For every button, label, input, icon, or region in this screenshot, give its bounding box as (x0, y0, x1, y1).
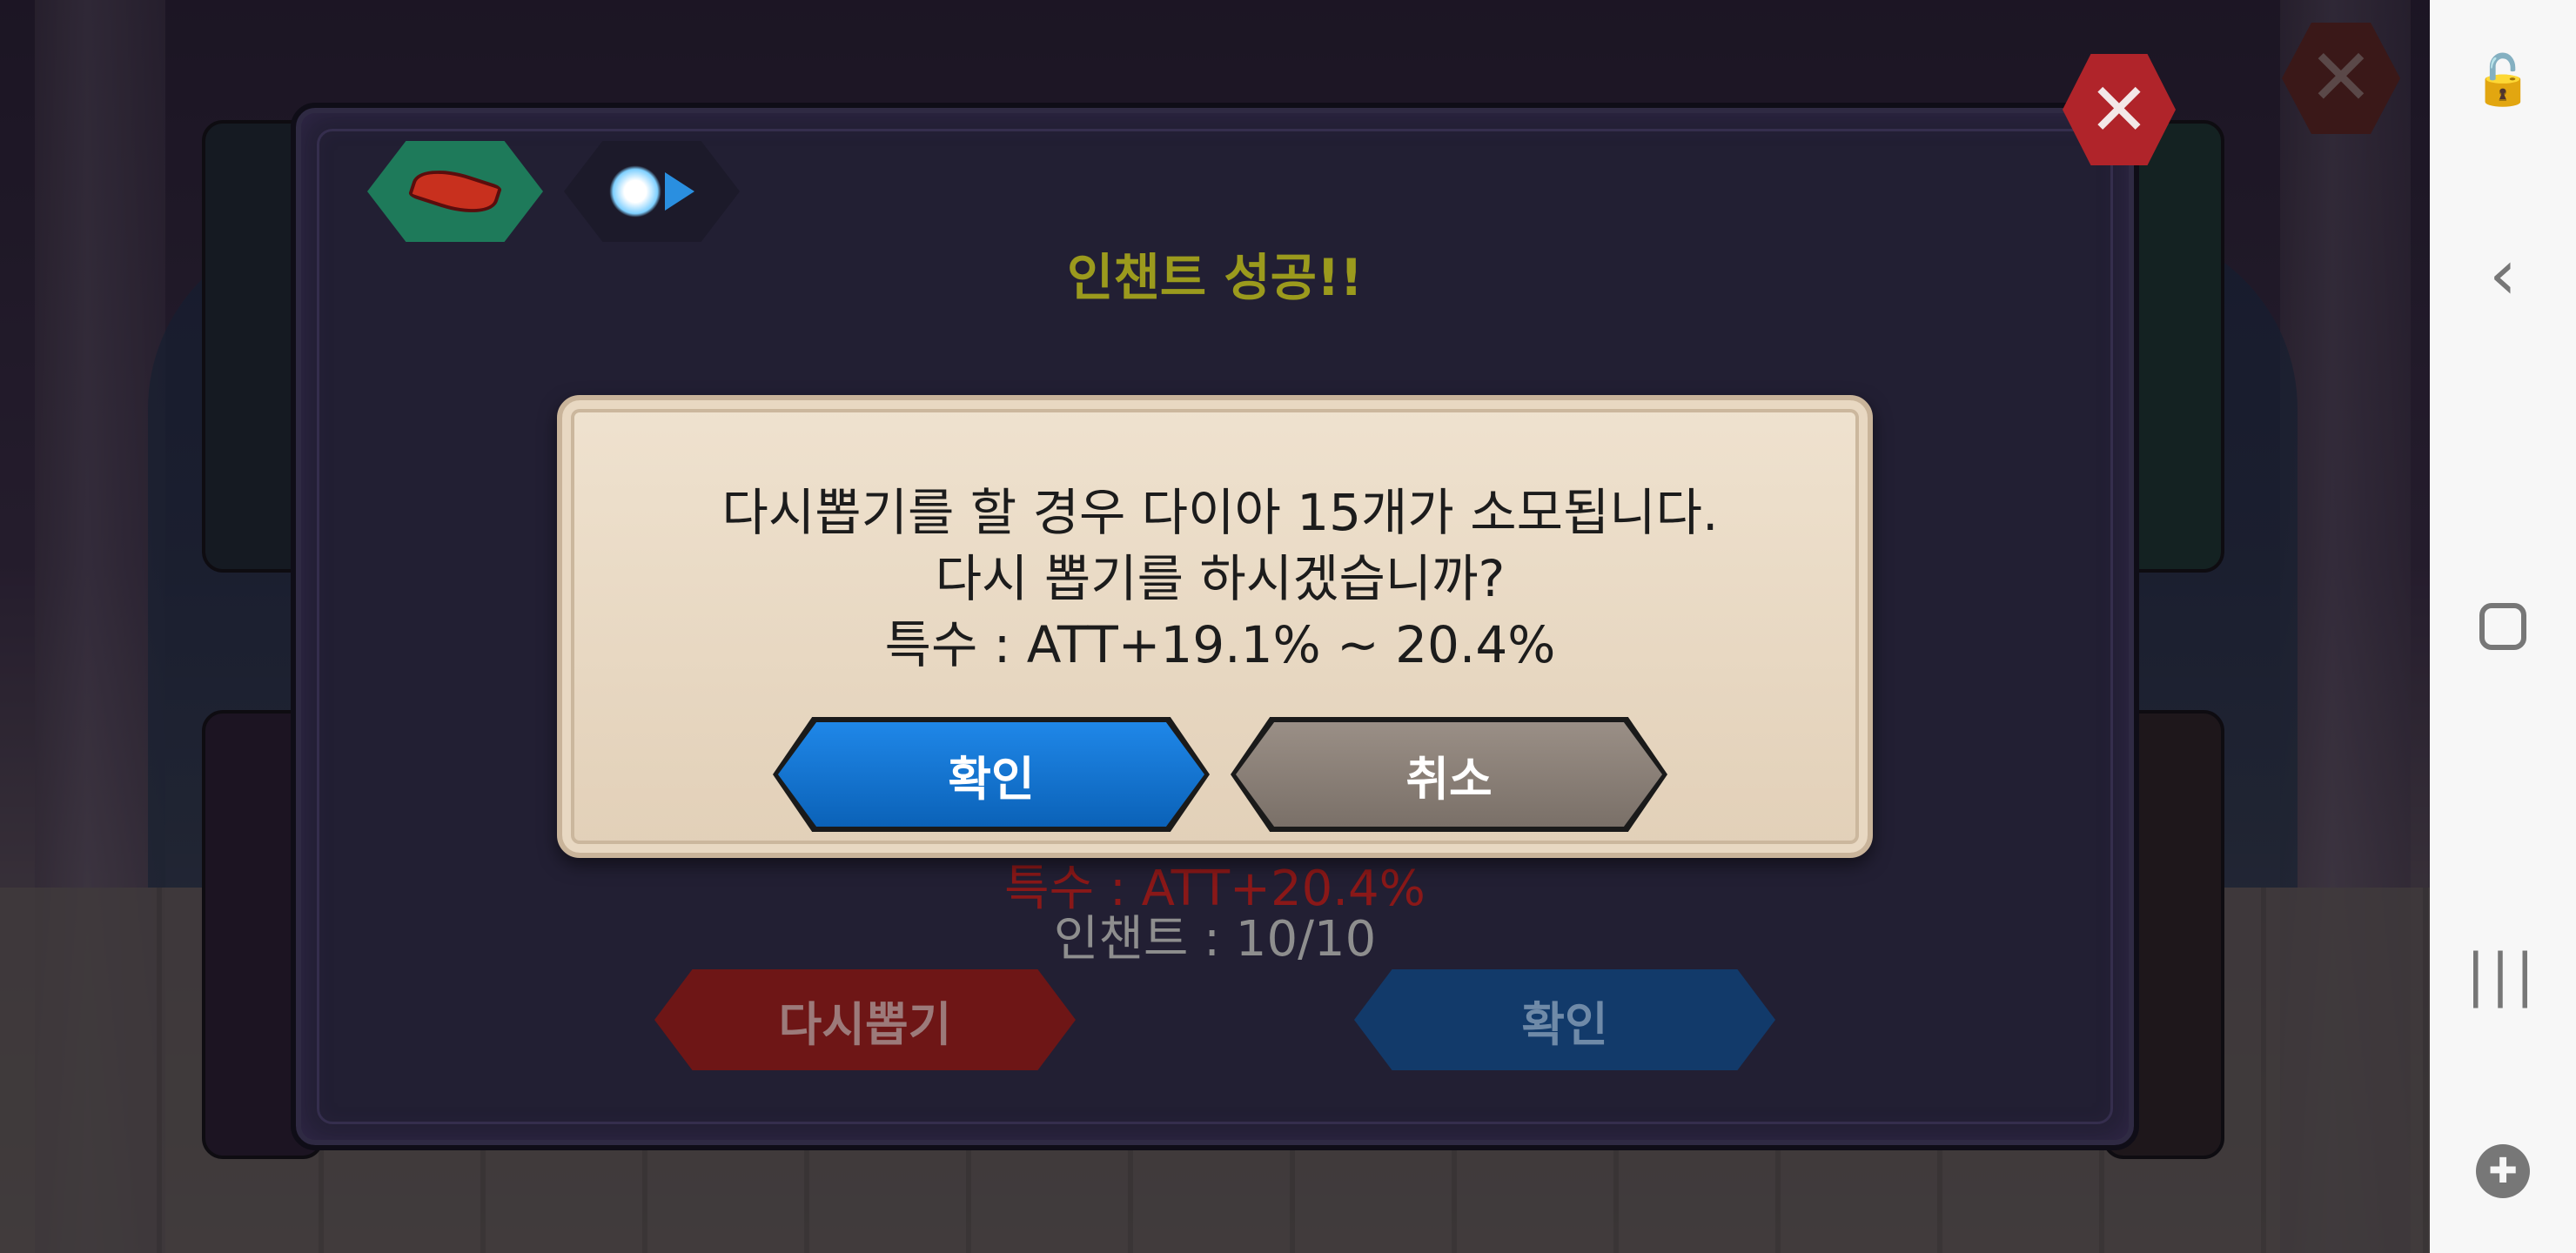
dialog-message-line1: 다시뽑기를 할 경우 다이아 15개가 소모됩니다. (721, 483, 1719, 542)
redraw-button[interactable]: 다시뽑기 (654, 969, 1076, 1070)
game-screen: ✕ ✕ 인챈트 성공!! 특수 : ATT+20.4% 인챈트 : 10/10 … (0, 0, 2430, 1253)
enchant-success-title: 인챈트 성공!! (1067, 248, 1363, 307)
redraw-confirm-dialog: 다시뽑기를 할 경우 다이아 15개가 소모됩니다. 다시 뽑기를 하시겠습니까… (557, 395, 1873, 858)
touch-lock-icon[interactable]: 🔓 (2430, 45, 2576, 115)
dialog-cancel-button[interactable]: 취소 (1236, 722, 1662, 827)
home-icon[interactable] (2430, 592, 2576, 661)
dialog-message-line2: 다시 뽑기를 하시겠습니까? (935, 549, 1506, 608)
recent-apps-icon[interactable]: ||| (2430, 940, 2576, 1009)
panel-confirm-button[interactable]: 확인 (1354, 969, 1775, 1070)
enchant-count-text: 인챈트 : 10/10 (1053, 911, 1377, 968)
dialog-ok-button[interactable]: 확인 (778, 722, 1204, 827)
game-tools-icon[interactable]: ✚ (2430, 1135, 2576, 1208)
back-icon[interactable]: ‹ (2430, 234, 2576, 315)
android-nav-bar: 🔓 ‹ ||| ✚ (2430, 0, 2576, 1253)
dialog-message-line3: 특수 : ATT+19.1% ~ 20.4% (884, 615, 1556, 674)
